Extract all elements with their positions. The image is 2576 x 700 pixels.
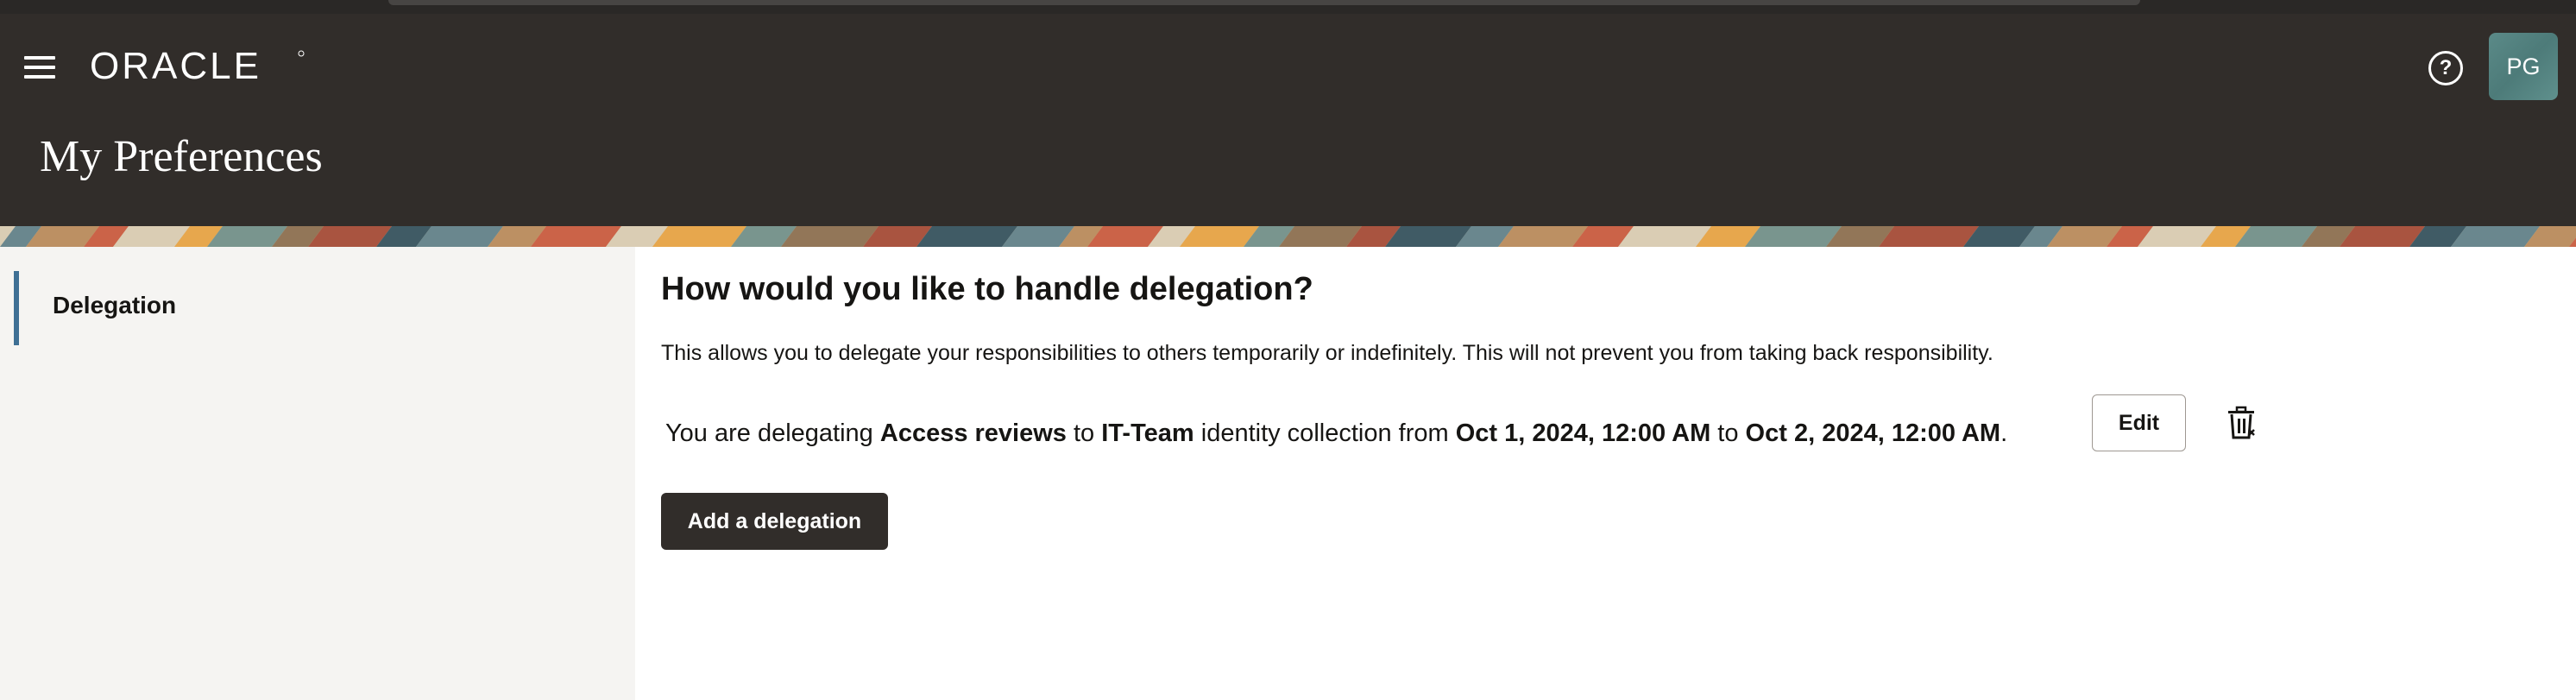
section-description: This allows you to delegate your respons… (661, 341, 1993, 365)
delegation-end-date: Oct 2, 2024, 12:00 AM (1745, 419, 2001, 447)
delegation-period: . (2000, 419, 2008, 447)
sidebar-item-delegation[interactable]: Delegation (14, 271, 635, 345)
help-icon[interactable]: ? (2428, 51, 2463, 85)
decorative-banner (0, 226, 2576, 247)
section-heading: How would you like to handle delegation? (661, 271, 1313, 307)
main-content: How would you like to handle delegation?… (635, 247, 2576, 700)
oracle-logo-text: ORACLE (90, 47, 261, 85)
delegation-summary: You are delegating Access reviews to IT-… (665, 419, 2007, 448)
add-delegation-button[interactable]: Add a delegation (661, 493, 888, 550)
page-title: My Preferences (40, 132, 323, 181)
browser-address-bar-edge (388, 0, 2140, 5)
user-avatar[interactable]: PG (2489, 33, 2558, 100)
sidebar-item-label: Delegation (53, 292, 177, 318)
sidebar: Delegation (0, 247, 635, 700)
delegation-task: Access reviews (879, 419, 1067, 447)
delegation-to-word: to (1066, 419, 1102, 447)
delegation-start-date: Oct 1, 2024, 12:00 AM (1455, 419, 1711, 447)
delegation-to-word-2: to (1710, 419, 1746, 447)
edit-button[interactable]: Edit (2092, 394, 2186, 451)
trash-icon[interactable] (2226, 406, 2257, 440)
delegation-collection-text: identity collection from (1194, 419, 1456, 447)
delegation-delegate: IT-Team (1101, 419, 1194, 447)
browser-top-strip (0, 0, 2576, 14)
app-header: ORACLE ? PG My Preferences (0, 14, 2576, 226)
oracle-logo: ORACLE (90, 47, 305, 85)
delegation-prefix: You are delegating (665, 419, 880, 447)
hamburger-menu-icon[interactable] (22, 54, 57, 81)
